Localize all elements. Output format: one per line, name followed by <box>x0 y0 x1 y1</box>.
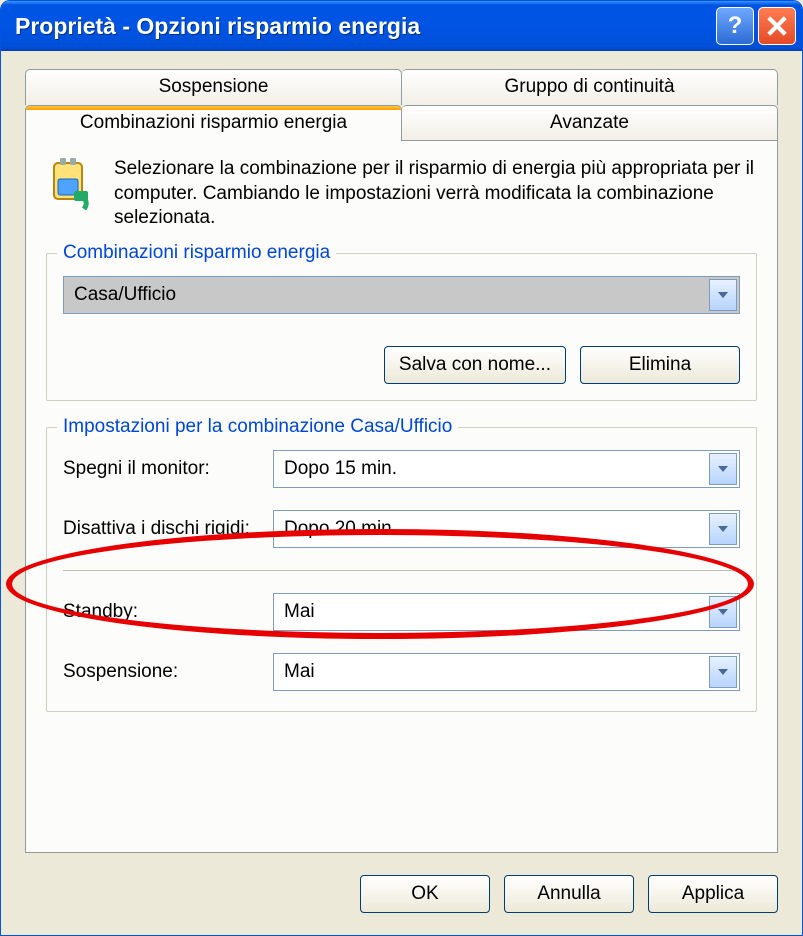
save-as-button[interactable]: Salva con nome... <box>384 346 566 384</box>
tab-gruppo-continuita[interactable]: Gruppo di continuità <box>402 69 778 105</box>
close-icon <box>766 15 788 37</box>
row-standby: Standby: Mai <box>63 593 740 631</box>
dropdown-icon <box>709 279 737 311</box>
select-standby-timeout[interactable]: Mai <box>273 593 740 631</box>
dropdown-icon <box>709 656 737 688</box>
scheme-select-value: Casa/Ufficio <box>74 284 176 306</box>
select-monitor-timeout[interactable]: Dopo 15 min. <box>273 450 740 488</box>
apply-button[interactable]: Applica <box>648 875 778 913</box>
group-power-schemes: Combinazioni risparmio energia Casa/Uffi… <box>46 253 757 401</box>
row-hibernate: Sospensione: Mai <box>63 653 740 691</box>
battery-plug-icon <box>46 157 100 231</box>
select-disks-timeout[interactable]: Dopo 20 min. <box>273 510 740 548</box>
label-hibernate: Sospensione: <box>63 661 263 683</box>
titlebar-buttons: ? <box>716 7 796 45</box>
separator <box>63 570 740 571</box>
close-button[interactable] <box>758 7 796 45</box>
cancel-button[interactable]: Annulla <box>504 875 634 913</box>
dropdown-icon <box>709 453 737 485</box>
window-title: Proprietà - Opzioni risparmio energia <box>15 13 716 40</box>
tab-panel: Selezionare la combinazione per il rispa… <box>25 141 778 853</box>
select-hibernate-timeout[interactable]: Mai <box>273 653 740 691</box>
delete-button[interactable]: Elimina <box>580 346 740 384</box>
intro-row: Selezionare la combinazione per il rispa… <box>46 157 757 231</box>
group-schemes-legend: Combinazioni risparmio energia <box>57 242 336 264</box>
row-disks: Disattiva i dischi rigidi: Dopo 20 min. <box>63 510 740 548</box>
tab-row-lower: Combinazioni risparmio energia Avanzate <box>25 105 778 141</box>
dialog-footer: OK Annulla Applica <box>1 865 802 913</box>
title-bar: Proprietà - Opzioni risparmio energia ? <box>1 1 802 51</box>
scheme-select[interactable]: Casa/Ufficio <box>63 276 740 314</box>
ok-button[interactable]: OK <box>360 875 490 913</box>
help-button[interactable]: ? <box>716 7 754 45</box>
scheme-buttons: Salva con nome... Elimina <box>63 346 740 384</box>
tab-row-upper: Sospensione Gruppo di continuità <box>25 69 778 105</box>
dropdown-icon <box>709 513 737 545</box>
label-standby: Standby: <box>63 601 263 623</box>
dialog-window: Proprietà - Opzioni risparmio energia ? … <box>0 0 803 936</box>
row-monitor: Spegni il monitor: Dopo 15 min. <box>63 450 740 488</box>
client-area: Sospensione Gruppo di continuità Combina… <box>1 51 802 865</box>
intro-text: Selezionare la combinazione per il rispa… <box>114 157 757 231</box>
label-monitor: Spegni il monitor: <box>63 458 263 480</box>
group-scheme-settings: Impostazioni per la combinazione Casa/Uf… <box>46 427 757 712</box>
tab-sospensione[interactable]: Sospensione <box>25 69 402 105</box>
dropdown-icon <box>709 596 737 628</box>
label-disks: Disattiva i dischi rigidi: <box>63 518 263 540</box>
tab-combinazioni-energia[interactable]: Combinazioni risparmio energia <box>25 105 402 141</box>
group-settings-legend: Impostazioni per la combinazione Casa/Uf… <box>57 416 458 438</box>
tab-avanzate[interactable]: Avanzate <box>402 105 778 141</box>
